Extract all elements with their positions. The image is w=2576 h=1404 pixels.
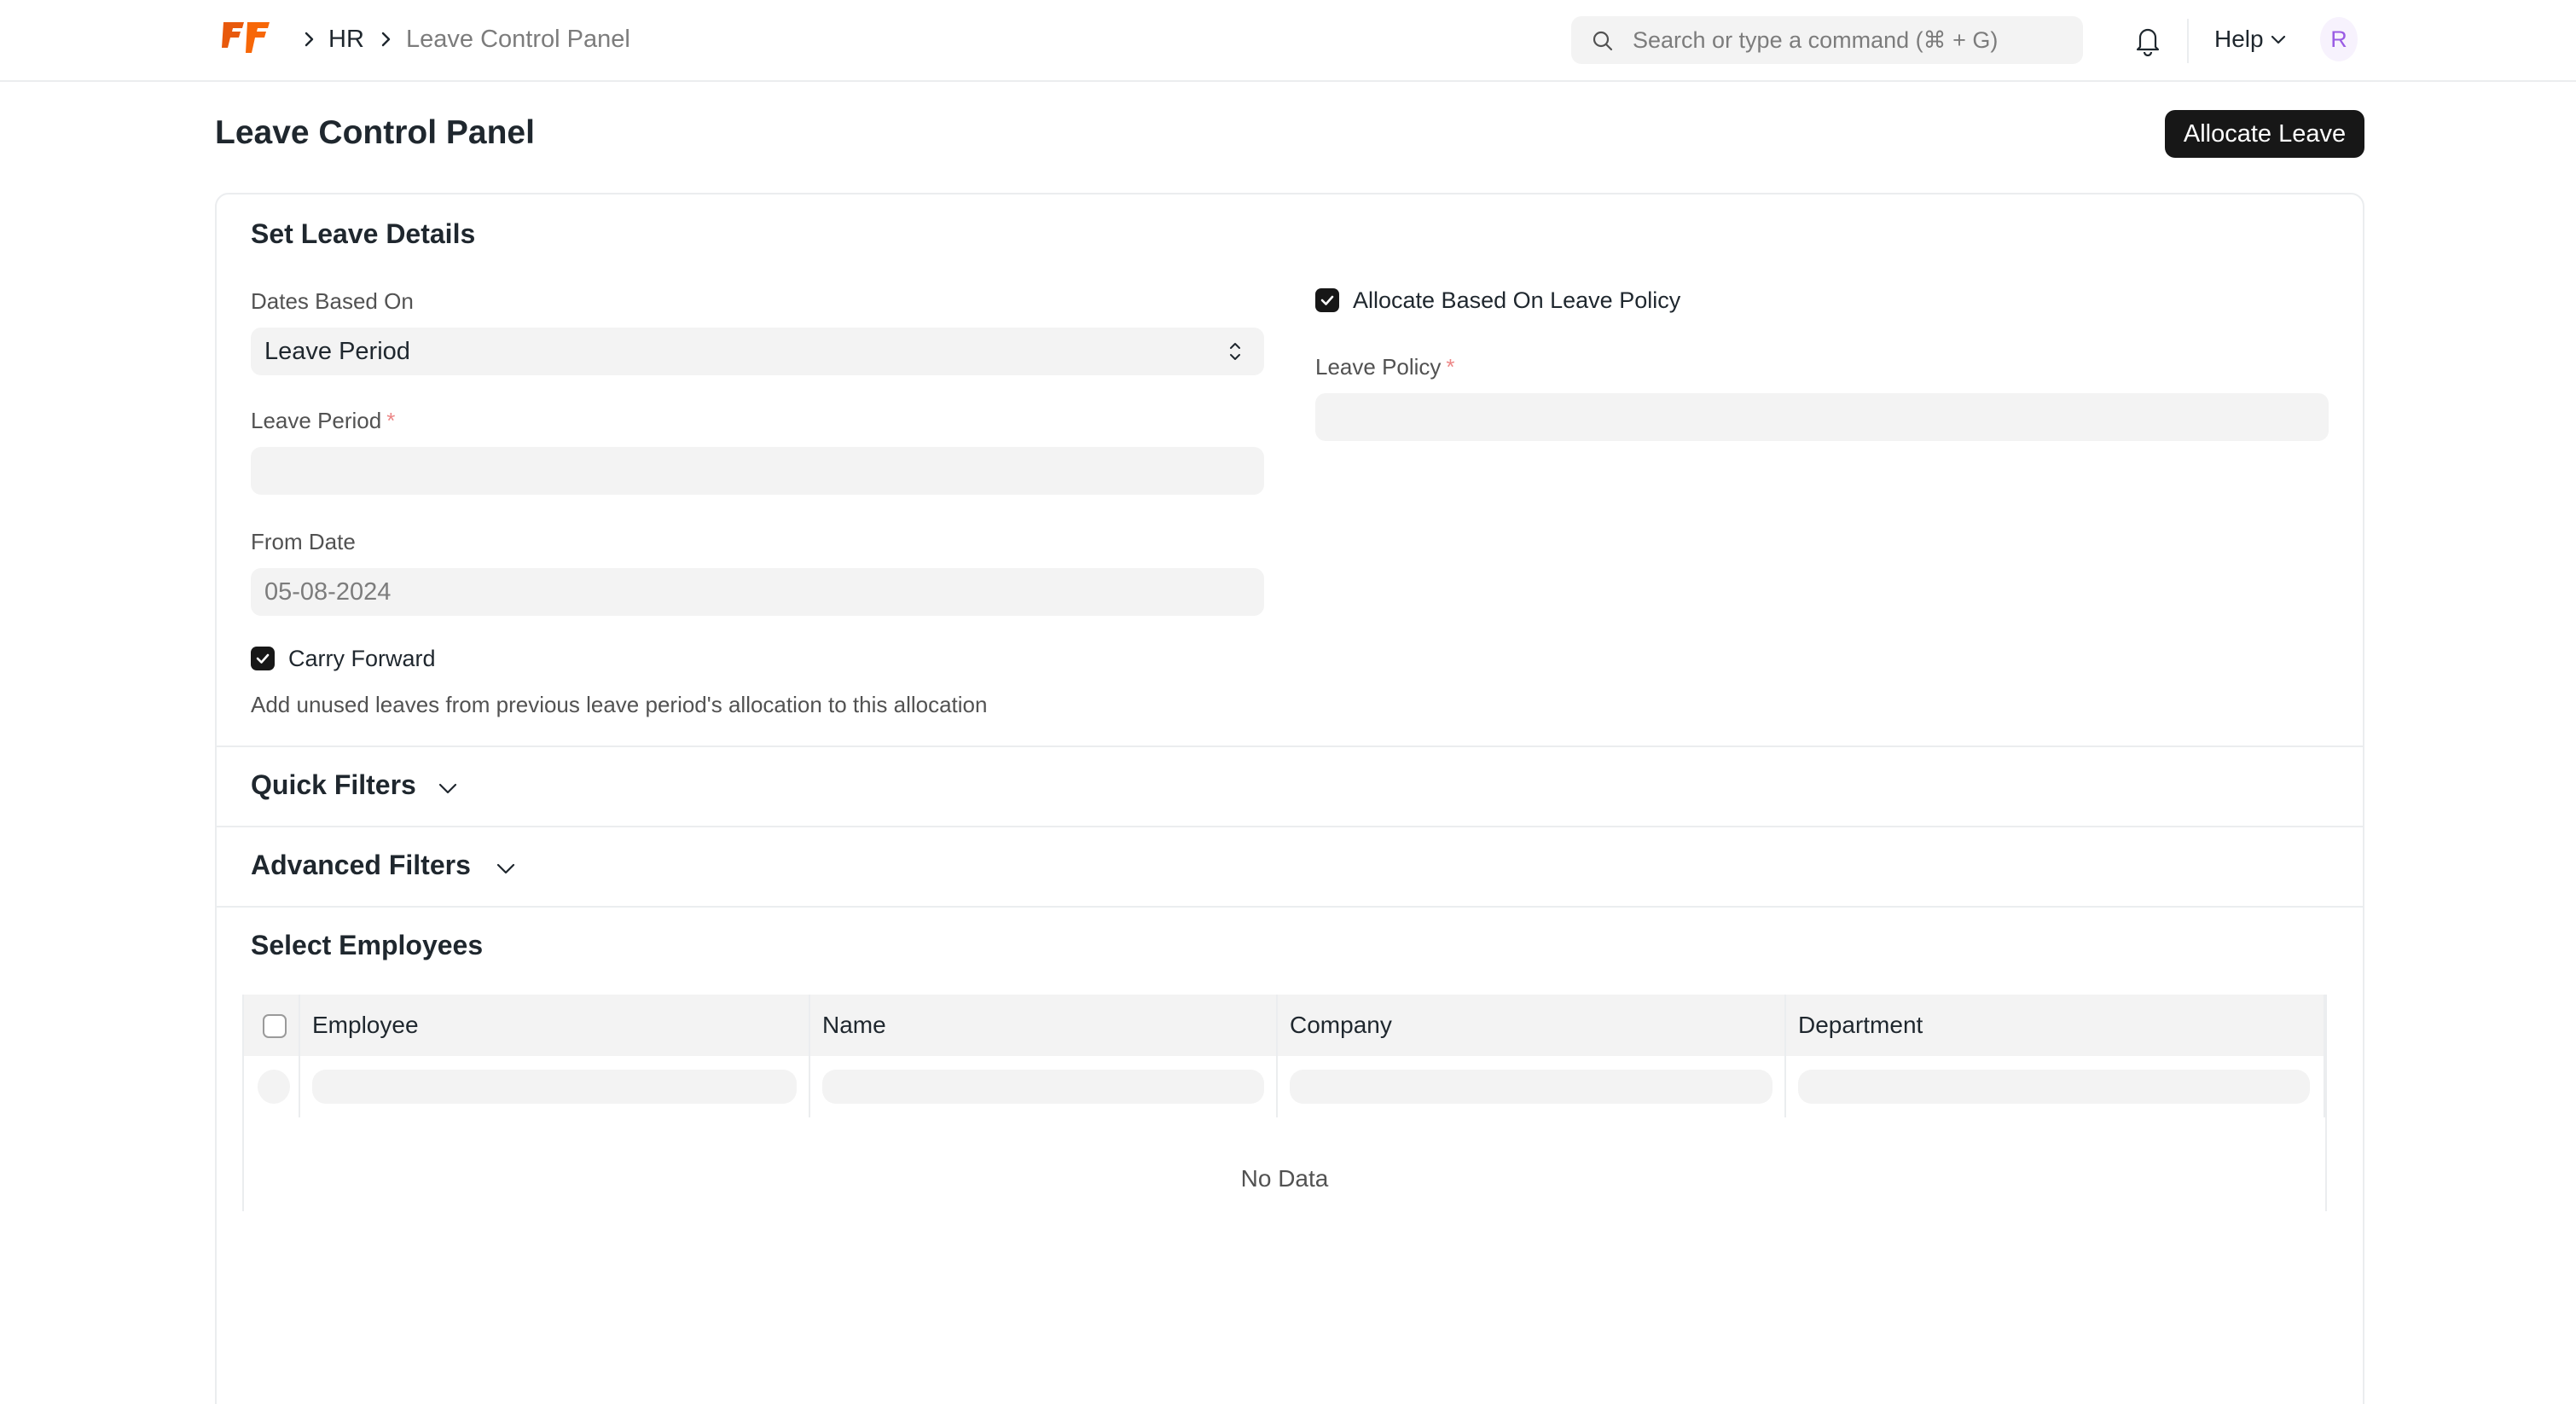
notification-bell-icon[interactable]	[2132, 24, 2163, 56]
column-header-employee[interactable]: Employee	[312, 1011, 419, 1040]
section-title-set-leave-details: Set Leave Details	[251, 218, 476, 249]
help-menu[interactable]: Help	[2214, 24, 2264, 55]
carry-forward-label[interactable]: Carry Forward	[288, 644, 436, 673]
chevron-down-icon[interactable]	[2269, 32, 2288, 48]
page-title: Leave Control Panel	[215, 114, 535, 151]
chevron-right-icon	[381, 32, 391, 47]
navbar: HR Leave Control Panel Search or type a …	[0, 0, 2576, 82]
breadcrumb-hr[interactable]: HR	[328, 24, 364, 55]
carry-forward-description: Add unused leaves from previous leave pe…	[251, 692, 988, 717]
leave-policy-input[interactable]	[1315, 393, 2329, 441]
section-divider	[217, 826, 2363, 827]
column-company: Company	[1278, 995, 1786, 1117]
check-icon	[256, 653, 270, 664]
from-date-input[interactable]: 05-08-2024	[251, 568, 1264, 616]
chevron-right-icon	[305, 32, 314, 47]
select-arrows-icon	[1230, 343, 1240, 360]
column-header-company[interactable]: Company	[1290, 1011, 1392, 1040]
row-skeleton	[822, 1070, 1264, 1104]
search-input[interactable]: Search or type a command (⌘ + G)	[1571, 16, 2083, 64]
check-icon	[1320, 295, 1334, 305]
from-date-value: 05-08-2024	[264, 578, 392, 606]
section-title-advanced-filters[interactable]: Advanced Filters	[251, 848, 471, 882]
section-divider	[217, 906, 2363, 908]
leave-period-input[interactable]	[251, 447, 1264, 495]
leave-period-label: Leave Period *	[251, 406, 395, 435]
row-skeleton	[258, 1070, 290, 1104]
row-skeleton	[312, 1070, 797, 1104]
navbar-divider	[2187, 19, 2189, 63]
search-icon	[1593, 31, 1613, 51]
section-divider	[217, 746, 2363, 747]
row-skeleton	[1798, 1070, 2310, 1104]
breadcrumb-current[interactable]: Leave Control Panel	[406, 24, 630, 55]
allocate-leave-button[interactable]: Allocate Leave	[2165, 110, 2364, 158]
chevron-down-icon[interactable]	[495, 862, 517, 877]
leave-period-label-text: Leave Period	[251, 408, 382, 433]
leave-policy-label-text: Leave Policy	[1315, 354, 1442, 380]
column-employee: Employee	[300, 995, 810, 1117]
dates-based-on-label: Dates Based On	[251, 288, 414, 314]
column-name: Name	[810, 995, 1278, 1117]
select-all-checkbox[interactable]	[263, 1014, 287, 1038]
row-skeleton	[1290, 1070, 1772, 1104]
chevron-down-icon[interactable]	[437, 781, 459, 797]
app-window: HR Leave Control Panel Search or type a …	[0, 0, 2576, 1404]
carry-forward-checkbox[interactable]	[251, 647, 275, 670]
allocate-based-on-policy-label[interactable]: Allocate Based On Leave Policy	[1353, 286, 1680, 315]
section-title-quick-filters[interactable]: Quick Filters	[251, 768, 416, 802]
column-header-name[interactable]: Name	[822, 1011, 886, 1040]
search-placeholder: Search or type a command (⌘ + G)	[1633, 27, 1999, 53]
column-department: Department	[1786, 995, 2325, 1117]
employees-table: Employee Name Company Department No Data	[242, 995, 2327, 1211]
dates-based-on-select[interactable]: Leave Period	[251, 328, 1264, 375]
required-mark: *	[1446, 354, 1455, 380]
column-header-department[interactable]: Department	[1798, 1011, 1923, 1040]
required-mark: *	[386, 408, 396, 433]
select-column	[244, 995, 300, 1117]
avatar[interactable]: R	[2320, 17, 2358, 61]
allocate-based-on-policy-checkbox[interactable]	[1315, 288, 1339, 312]
table-empty-state: No Data	[1240, 1165, 1329, 1192]
form-card: Set Leave Details Dates Based On Leave P…	[215, 193, 2364, 1404]
section-title-select-employees: Select Employees	[251, 930, 484, 960]
dates-based-on-value: Leave Period	[264, 338, 410, 365]
from-date-label: From Date	[251, 529, 356, 554]
app-logo-icon[interactable]	[220, 19, 271, 60]
leave-policy-label: Leave Policy *	[1315, 352, 1455, 381]
